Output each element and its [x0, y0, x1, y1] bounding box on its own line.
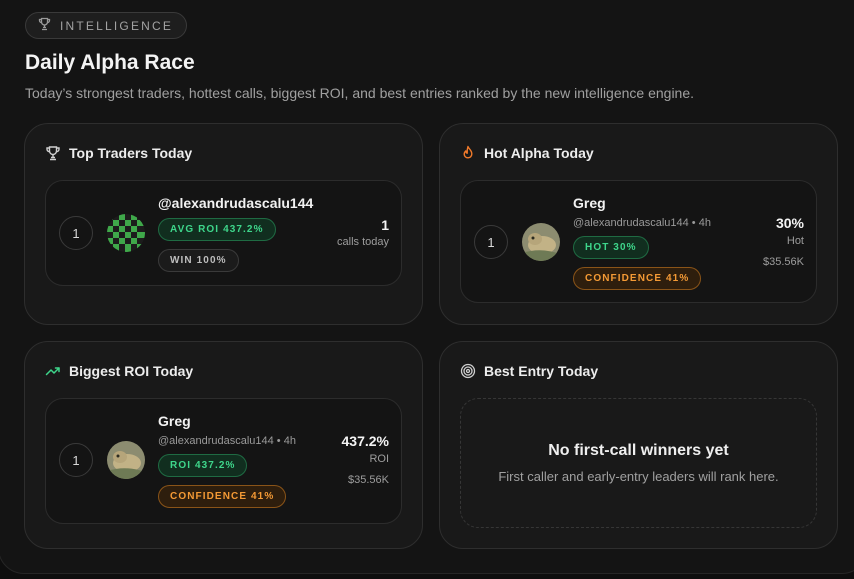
calls-count: 1 — [381, 217, 389, 233]
card-title: Biggest ROI Today — [69, 363, 194, 379]
card-title: Hot Alpha Today — [484, 145, 594, 161]
avatar — [107, 441, 145, 479]
roi-label: ROI — [369, 453, 389, 465]
empty-state-description: First caller and early-entry leaders wil… — [498, 469, 779, 484]
roi-row[interactable]: 1 Greg @alexandrudascalu144 • 4h ROI 437… — [45, 398, 402, 524]
top-traders-card: Top Traders Today 1 @alexandrudascalu144… — [24, 123, 423, 325]
card-header: Hot Alpha Today — [460, 145, 594, 161]
market-cap-value: $35.56K — [763, 256, 804, 268]
calls-label: calls today — [337, 236, 389, 248]
avatar — [107, 214, 145, 252]
market-cap-value: $35.56K — [348, 474, 389, 486]
card-header: Top Traders Today — [45, 145, 192, 161]
avg-roi-badge: AVG ROI 437.2% — [158, 218, 276, 241]
call-handle: @alexandrudascalu144 • 4h — [573, 217, 711, 229]
trader-name: @alexandrudascalu144 — [158, 195, 314, 211]
card-header: Biggest ROI Today — [45, 363, 193, 379]
call-author-name: Greg — [573, 195, 606, 211]
page-title: Daily Alpha Race — [25, 51, 195, 74]
rank-badge: 1 — [59, 216, 93, 250]
hot-badge: HOT 30% — [573, 236, 649, 259]
avatar — [522, 223, 560, 261]
empty-state: No first-call winners yet First caller a… — [460, 398, 817, 528]
hot-value: 30% — [775, 215, 804, 231]
call-handle: @alexandrudascalu144 • 4h — [158, 435, 296, 447]
best-entry-card: Best Entry Today No first-call winners y… — [439, 341, 838, 549]
target-icon — [460, 363, 476, 379]
empty-state-title: No first-call winners yet — [548, 442, 729, 459]
trending-up-icon — [45, 363, 61, 379]
hot-label: Hot — [786, 235, 804, 247]
hot-alpha-card: Hot Alpha Today 1 Greg @alexandrudascalu… — [439, 123, 838, 325]
section-tag-label: INTELLIGENCE — [60, 18, 174, 33]
trophy-icon — [45, 145, 61, 161]
flame-icon — [460, 145, 476, 161]
section-tag: INTELLIGENCE — [25, 12, 188, 39]
alpha-row[interactable]: 1 Greg @alexandrudascalu144 • 4h HOT 30%… — [460, 180, 817, 303]
trader-row[interactable]: 1 @alexandrudascalu144 AVG ROI 437.2% WI… — [45, 180, 402, 286]
call-author-name: Greg — [158, 413, 191, 429]
card-title: Best Entry Today — [484, 363, 599, 379]
rank-badge: 1 — [59, 443, 93, 477]
confidence-badge: CONFIDENCE 41% — [158, 485, 287, 508]
win-rate-badge: WIN 100% — [158, 249, 239, 272]
page-subtitle: Today’s strongest traders, hottest calls… — [25, 85, 695, 101]
roi-value: 437.2% — [341, 433, 389, 449]
trophy-icon — [38, 17, 51, 34]
biggest-roi-card: Biggest ROI Today 1 Greg @alexandrudasca… — [24, 341, 423, 549]
rank-badge: 1 — [474, 225, 508, 259]
card-header: Best Entry Today — [460, 363, 598, 379]
card-title: Top Traders Today — [69, 145, 193, 161]
roi-badge: ROI 437.2% — [158, 454, 248, 477]
confidence-badge: CONFIDENCE 41% — [573, 267, 702, 290]
